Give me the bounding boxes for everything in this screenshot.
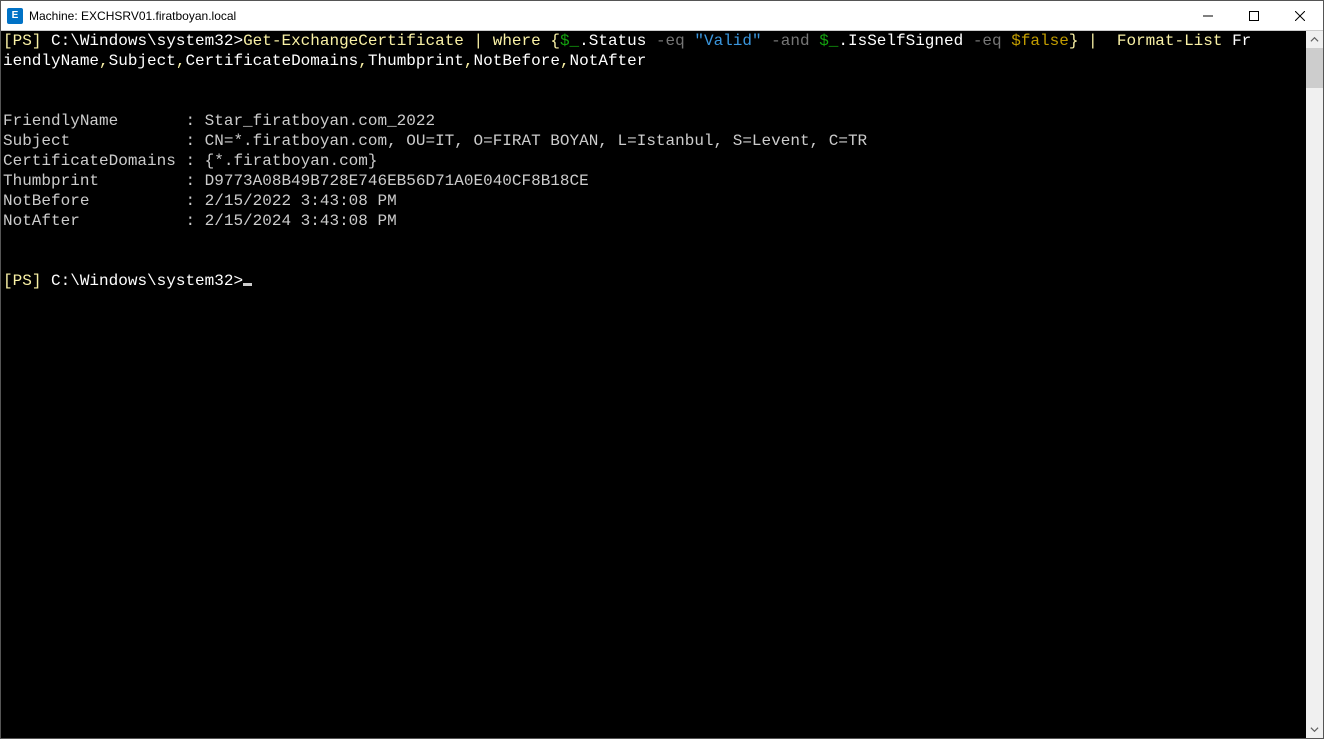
cmd-dot-status: .Status (579, 32, 656, 50)
cmd-cols2: iendlyName (3, 52, 99, 70)
prompt2-path: C:\Windows\system32> (41, 272, 243, 290)
cmd-cols3: Subject (109, 52, 176, 70)
window-title: Machine: EXCHSRV01.firatboyan.local (29, 9, 236, 23)
out-notafter-key: NotAfter (3, 212, 185, 230)
cmd-comma: , (358, 52, 368, 70)
cmd-comma: , (560, 52, 570, 70)
prompt2-ps: PS (13, 272, 32, 290)
prompt2-bracket-close: ] (32, 272, 42, 290)
prompt-path: C:\Windows\system32> (41, 32, 243, 50)
cmd-pipe-var2: $_ (819, 32, 838, 50)
cmd-and: -and (771, 32, 819, 50)
scroll-down-button[interactable] (1306, 721, 1323, 738)
out-notafter: : 2/15/2024 3:43:08 PM (185, 212, 396, 230)
cursor (243, 283, 252, 286)
cmd-comma: , (176, 52, 186, 70)
prompt-ps: PS (13, 32, 32, 50)
out-subject: : CN=*.firatboyan.com, OU=IT, O=FIRAT BO… (185, 132, 867, 150)
cmd-eq: -eq (656, 32, 694, 50)
scroll-track[interactable] (1306, 48, 1323, 721)
cmd-eq2: -eq (973, 32, 1011, 50)
prompt2-bracket-open: [ (3, 272, 13, 290)
cmd-pipe: | (474, 32, 484, 50)
out-notbefore: : 2/15/2022 3:43:08 PM (185, 192, 396, 210)
out-friendlyname-key: FriendlyName (3, 112, 185, 130)
prompt-bracket-close: ] (32, 32, 42, 50)
cmd-format: Format-List (1107, 32, 1232, 50)
out-notbefore-key: NotBefore (3, 192, 185, 210)
cmd-where: where (483, 32, 550, 50)
cmd-pipe-var: $_ (560, 32, 579, 50)
terminal-area: [PS] C:\Windows\system32>Get-ExchangeCer… (1, 31, 1323, 738)
minimize-button[interactable] (1185, 1, 1231, 30)
cmd-cols7: NotAfter (570, 52, 647, 70)
vertical-scrollbar[interactable] (1306, 31, 1323, 738)
out-thumbprint-key: Thumbprint (3, 172, 185, 190)
cmd-false: $false (1011, 32, 1069, 50)
exchange-icon: E (7, 8, 23, 24)
prompt-bracket-open: [ (3, 32, 13, 50)
out-certdomains: : {*.firatboyan.com} (185, 152, 377, 170)
cmd-cols1: Fr (1232, 32, 1251, 50)
cmd-pipe2: | (1078, 32, 1107, 50)
cmd-dot-iss: .IsSelfSigned (838, 32, 972, 50)
cmd-cols6: NotBefore (474, 52, 560, 70)
cmd-string-valid: "Valid" (694, 32, 771, 50)
cmd-comma: , (99, 52, 109, 70)
out-friendlyname: : Star_firatboyan.com_2022 (185, 112, 435, 130)
out-certdomains-key: CertificateDomains (3, 152, 185, 170)
terminal-output[interactable]: [PS] C:\Windows\system32>Get-ExchangeCer… (1, 31, 1306, 738)
cmd-cols5: Thumbprint (368, 52, 464, 70)
cmd-brace-close: } (1069, 32, 1079, 50)
cmd-getcert: Get-ExchangeCertificate (243, 32, 473, 50)
out-thumbprint: : D9773A08B49B728E746EB56D71A0E040CF8B18… (185, 172, 588, 190)
close-button[interactable] (1277, 1, 1323, 30)
scroll-up-button[interactable] (1306, 31, 1323, 48)
cmd-comma: , (464, 52, 474, 70)
cmd-brace-open: { (550, 32, 560, 50)
titlebar[interactable]: E Machine: EXCHSRV01.firatboyan.local (1, 1, 1323, 31)
window-controls (1185, 1, 1323, 30)
out-subject-key: Subject (3, 132, 185, 150)
scroll-thumb[interactable] (1306, 48, 1323, 88)
maximize-button[interactable] (1231, 1, 1277, 30)
cmd-cols4: CertificateDomains (185, 52, 358, 70)
